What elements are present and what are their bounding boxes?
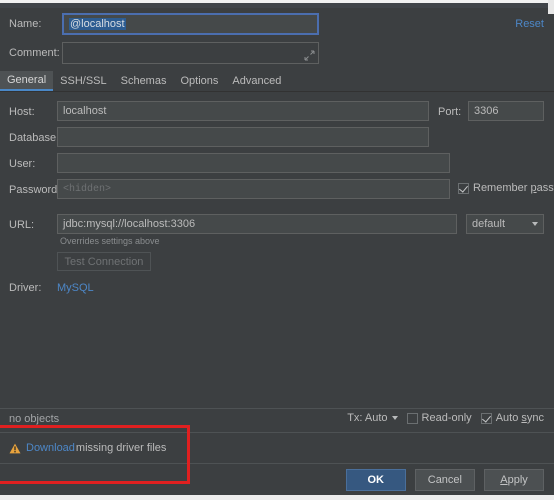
auto-sync-label-post: ync (526, 412, 544, 424)
test-connection-button[interactable]: Test Connection (57, 252, 151, 271)
read-only-label: Read-only (421, 412, 472, 424)
auto-sync-label: Auto sync (496, 412, 544, 424)
tab-bar-divider (0, 91, 554, 92)
missing-driver-text: missing driver files (75, 442, 167, 454)
url-label: URL: (9, 219, 35, 231)
name-input-value: @localhost (69, 18, 126, 30)
auto-sync-checkbox[interactable]: Auto sync (480, 412, 544, 424)
url-input[interactable]: jdbc:mysql://localhost:3306 (57, 214, 457, 234)
warning-divider-bottom (0, 463, 554, 464)
status-options-group: Tx: Auto Read-only Auto sync (347, 412, 544, 424)
checkbox-unchecked-icon (406, 412, 418, 424)
download-driver-link[interactable]: Download (26, 442, 75, 454)
user-label: User: (9, 158, 36, 170)
reset-link[interactable]: Reset (515, 18, 544, 30)
objects-divider (0, 408, 554, 409)
missing-driver-warning: Download missing driver files (9, 442, 166, 454)
password-placeholder: <hidden> (63, 183, 112, 195)
annotation-highlight-rectangle (0, 425, 190, 484)
cancel-button[interactable]: Cancel (414, 469, 475, 491)
tab-options[interactable]: Options (173, 71, 225, 91)
database-input[interactable] (57, 127, 429, 147)
tx-mode-label: Tx: Auto (347, 412, 388, 424)
name-label: Name: (9, 18, 42, 30)
password-label: Password: (9, 184, 61, 196)
url-scheme-selected-value: default (472, 218, 506, 230)
database-label: Database: (9, 132, 60, 144)
dialog-button-bar: OK Cancel Apply (345, 469, 544, 491)
window-chrome-strip (0, 3, 554, 8)
url-hint-text: Overrides settings above (60, 236, 160, 246)
tab-schemas[interactable]: Schemas (114, 71, 174, 91)
window-chrome-bottom (0, 495, 554, 500)
ok-button[interactable]: OK (345, 469, 406, 491)
port-input-value: 3306 (474, 105, 499, 117)
apply-button[interactable]: Apply (484, 469, 544, 491)
auto-sync-label-pre: Auto (495, 412, 522, 424)
chevron-down-icon (532, 222, 538, 226)
warning-triangle-icon (9, 443, 21, 453)
test-connection-label: Test Connection (64, 255, 144, 268)
host-label: Host: (9, 106, 35, 118)
host-input[interactable]: localhost (57, 101, 429, 121)
host-input-value: localhost (63, 105, 107, 117)
remember-password-label-pre: Remember (473, 182, 531, 194)
apply-label-rest: pply (507, 474, 528, 486)
port-label: Port: (438, 106, 462, 118)
apply-label-mnemonic: A (500, 474, 508, 486)
remember-password-label: Remember password (473, 182, 554, 194)
chevron-down-icon (391, 416, 398, 420)
tab-general[interactable]: General (0, 71, 54, 91)
checkbox-checked-icon (458, 182, 469, 194)
resize-grip-icon[interactable] (304, 50, 315, 61)
comment-label: Comment: (9, 47, 60, 59)
comment-input[interactable] (62, 42, 319, 64)
tab-ssh-ssl[interactable]: SSH/SSL (53, 71, 113, 91)
port-input[interactable]: 3306 (468, 101, 544, 121)
database-connection-dialog: Name: @localhost Reset Comment: General … (0, 0, 554, 500)
tab-advanced[interactable]: Advanced (225, 71, 288, 91)
password-input[interactable]: <hidden> (57, 179, 450, 199)
read-only-checkbox[interactable]: Read-only (406, 412, 472, 424)
tx-mode-dropdown[interactable]: Tx: Auto (347, 412, 398, 424)
name-input[interactable]: @localhost (62, 13, 319, 35)
url-input-value: jdbc:mysql://localhost:3306 (63, 218, 196, 230)
objects-status-text: no objects (9, 413, 60, 425)
window-chrome-corner (548, 0, 554, 14)
url-scheme-select[interactable]: default (466, 214, 544, 234)
driver-label: Driver: (9, 282, 42, 294)
user-input[interactable] (57, 153, 450, 173)
tab-bar: General SSH/SSL Schemas Options Advanced (0, 71, 554, 91)
warning-divider-top (0, 432, 554, 433)
driver-link[interactable]: MySQL (57, 282, 94, 294)
remember-password-checkbox[interactable]: Remember password (458, 182, 554, 194)
remember-password-label-post: assword (536, 182, 554, 194)
checkbox-checked-icon (480, 412, 492, 424)
